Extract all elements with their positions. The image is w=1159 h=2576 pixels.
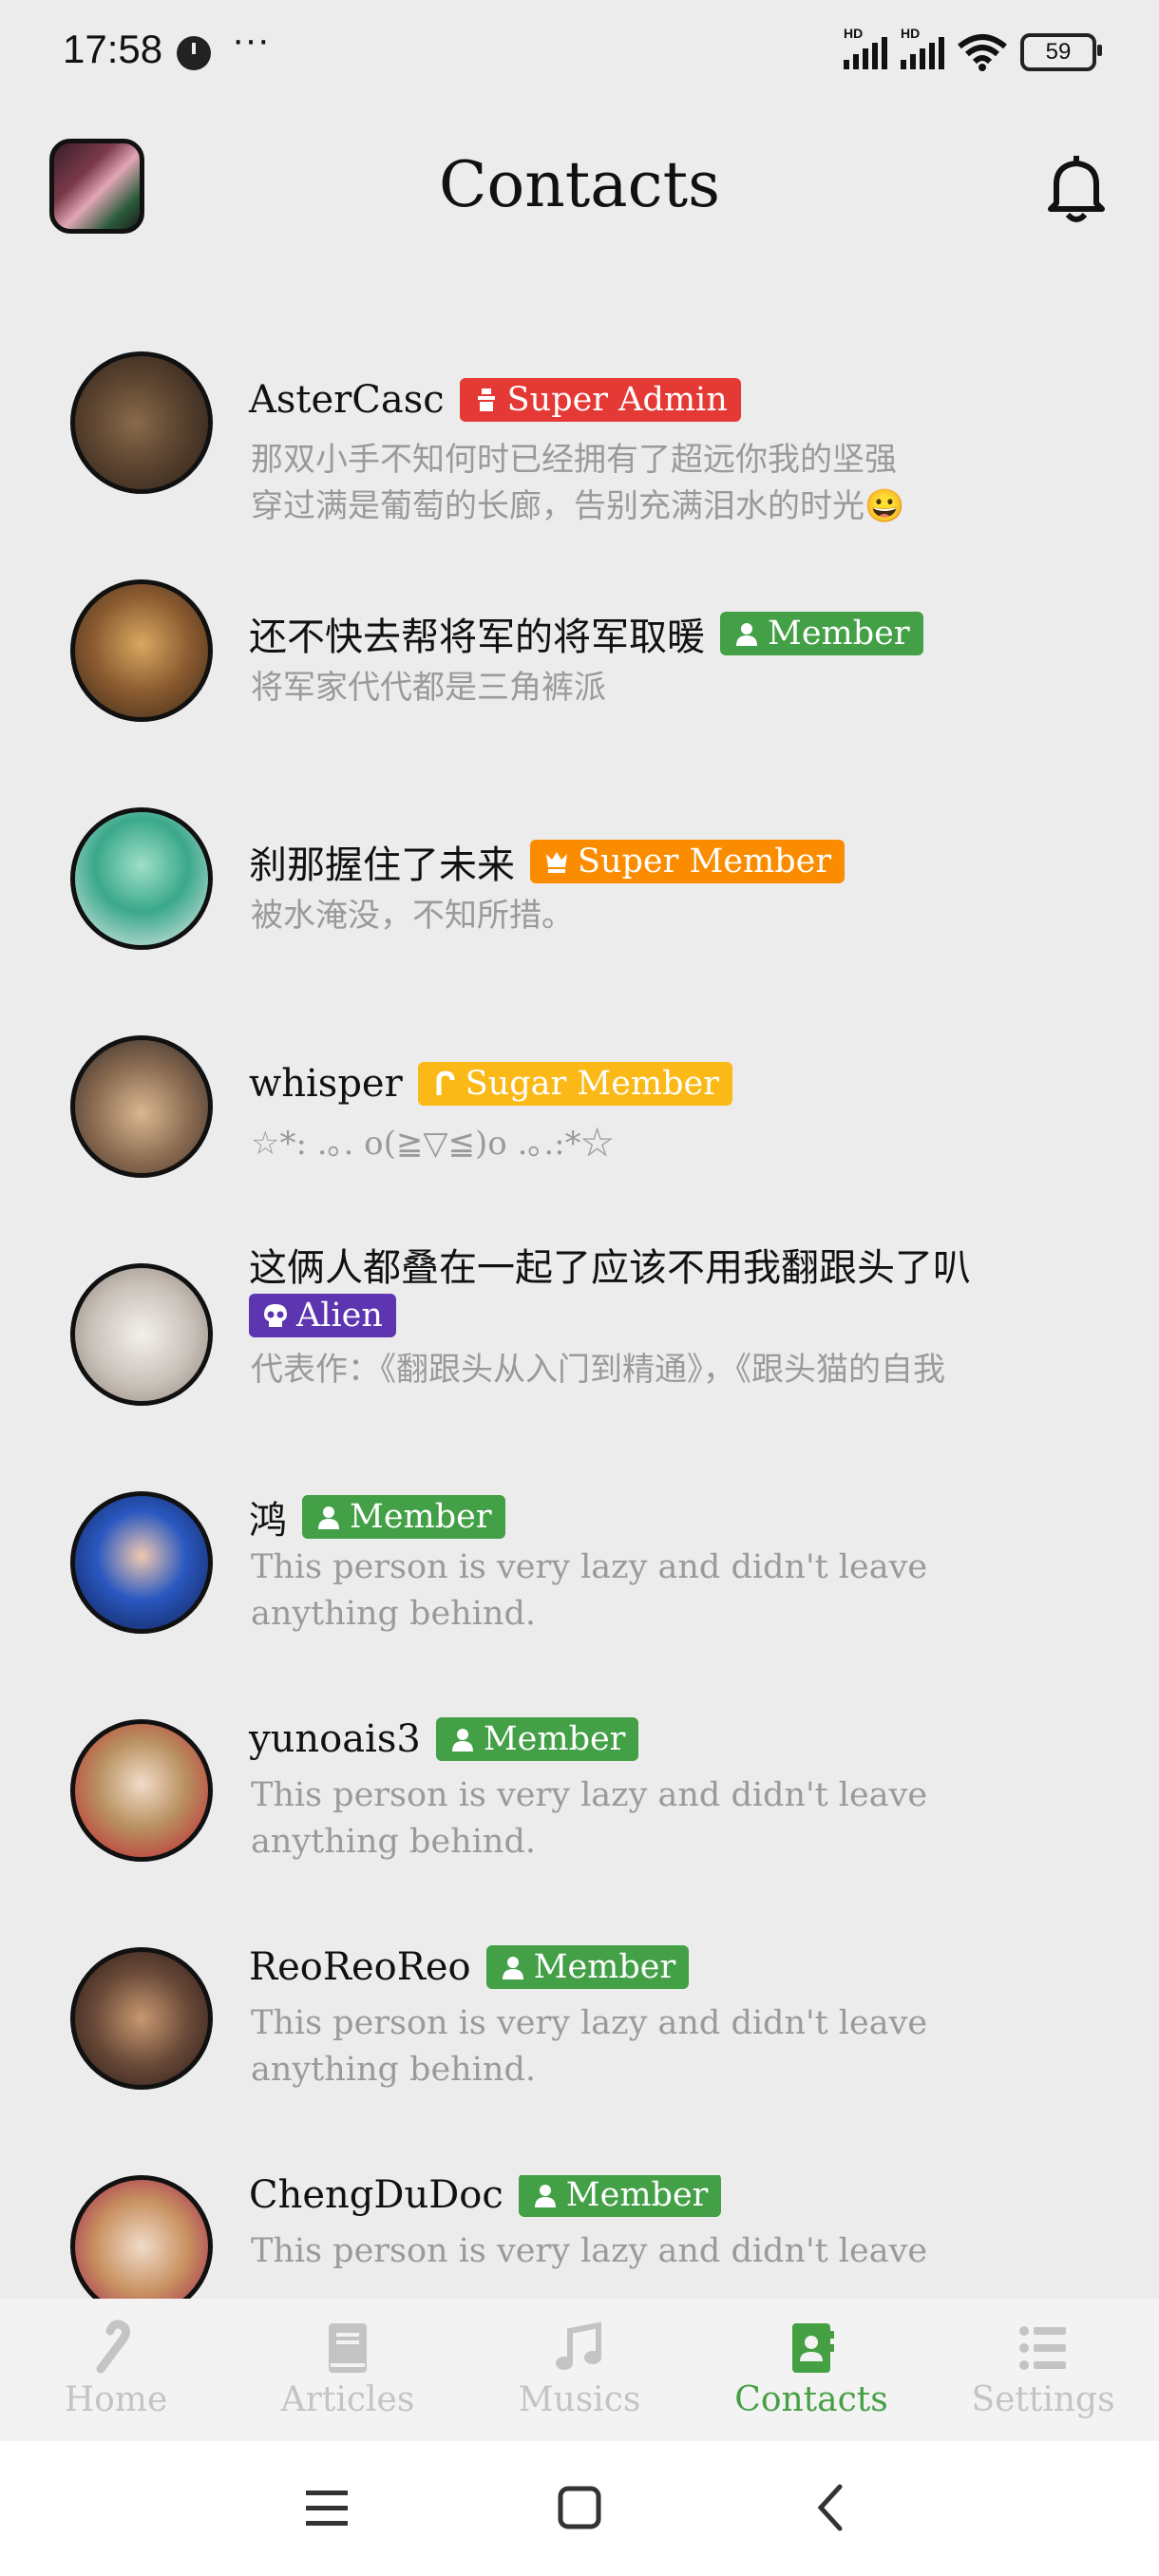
contact-bio: ☆*: .｡. o(≧▽≦)o .｡.:*☆: [251, 1125, 614, 1163]
signal-icon: HD: [844, 26, 887, 69]
avatar: [70, 1491, 213, 1634]
contact-bio: 那双小手不知何时已经拥有了超远你我的坚强 穿过满是葡萄的长廊，告别充满泪水的时光…: [251, 441, 905, 525]
contact-bio: This person is very lazy and didn't leav…: [251, 1776, 928, 1861]
crown-icon: [546, 852, 567, 873]
tab-articles[interactable]: Articles: [232, 2299, 464, 2441]
bell-icon[interactable]: [1045, 154, 1108, 224]
app-header: Contacts: [0, 133, 1159, 247]
person-icon: [318, 1506, 339, 1529]
person-icon: [534, 2185, 556, 2207]
wifi-icon: [958, 34, 1007, 71]
contact-bio: 被水淹没，不知所措。: [251, 897, 574, 935]
role-badge: Member: [485, 1945, 690, 1989]
contact-name: ChengDuDoc: [249, 2175, 504, 2217]
battery-level: 59: [1045, 39, 1072, 65]
role-badge: Member: [720, 612, 923, 655]
contacts-icon: [792, 2323, 834, 2373]
contact-item[interactable]: ChengDuDoc Member This person is very la…: [0, 2175, 1159, 2299]
tab-home[interactable]: Home: [0, 2299, 232, 2441]
contact-name: 还不快去帮将军的将军取暖: [249, 616, 705, 659]
skull-icon: [264, 1304, 287, 1327]
avatar: [70, 1263, 213, 1406]
contact-name: 鸿: [249, 1499, 287, 1543]
avatar: [70, 351, 213, 494]
avatar: [70, 1035, 213, 1178]
music-note-icon: [556, 2321, 601, 2370]
bottom-tab-bar: Home Articles Musics Contacts Settings: [0, 2299, 1159, 2441]
person-icon: [502, 1957, 523, 1979]
avatar: [70, 1947, 213, 2090]
person-icon: [451, 1729, 473, 1752]
tab-contacts[interactable]: Contacts: [695, 2299, 927, 2441]
role-badge: Super Member: [530, 840, 846, 883]
avatar: [70, 2175, 213, 2299]
contact-name: AsterCasc: [249, 378, 445, 422]
list-icon: [1019, 2326, 1066, 2370]
back-icon[interactable]: [804, 2479, 861, 2536]
status-bar: 17:58 ··· HD HD 59: [0, 0, 1159, 104]
tab-musics[interactable]: Musics: [464, 2299, 695, 2441]
more-notifications-icon: ···: [232, 19, 270, 61]
page-title: Contacts: [439, 148, 720, 221]
contact-bio: 代表作：《翻跟头从入门到精通》，《跟头猫的自我: [251, 1351, 945, 1389]
role-badge: Alien: [249, 1294, 396, 1337]
contact-bio: This person is very lazy and didn't leav…: [251, 2004, 928, 2089]
role-badge: Super Admin: [459, 378, 741, 422]
contact-name: ReoReoReo: [249, 1945, 471, 1989]
contact-name: yunoais3: [249, 1717, 421, 1761]
role-badge: Sugar Member: [417, 1062, 732, 1106]
candy-icon: [436, 1070, 455, 1095]
clock-icon: [177, 36, 211, 70]
contact-name: whisper: [249, 1062, 403, 1106]
book-icon: [329, 2323, 367, 2373]
person-icon: [736, 623, 757, 646]
avatar: [70, 1719, 213, 1862]
admin-icon: [477, 388, 495, 411]
status-time: 17:58: [63, 27, 163, 71]
contact-bio: This person is very lazy and didn't leav…: [251, 1548, 928, 1633]
system-nav-bar: [0, 2441, 1159, 2576]
role-badge: Member: [435, 1717, 639, 1761]
contact-bio: 将军家代代都是三角裤派: [251, 669, 606, 707]
contact-name: 刹那握住了未来: [249, 843, 515, 887]
contact-bio: This person is very lazy and didn't leav…: [251, 2232, 928, 2270]
avatar: [70, 807, 213, 950]
signal-icon: HD: [901, 26, 944, 69]
candy-cane-icon: [96, 2320, 131, 2374]
home-square-icon[interactable]: [551, 2479, 608, 2536]
role-badge: Member: [518, 2175, 722, 2217]
role-badge: Member: [302, 1495, 505, 1539]
contact-name: 这俩人都叠在一起了应该不用我翻跟头了叭: [249, 1246, 971, 1290]
battery-icon: 59: [1020, 33, 1102, 71]
avatar: [70, 579, 213, 722]
tab-settings[interactable]: Settings: [927, 2299, 1159, 2441]
menu-icon[interactable]: [298, 2479, 355, 2536]
